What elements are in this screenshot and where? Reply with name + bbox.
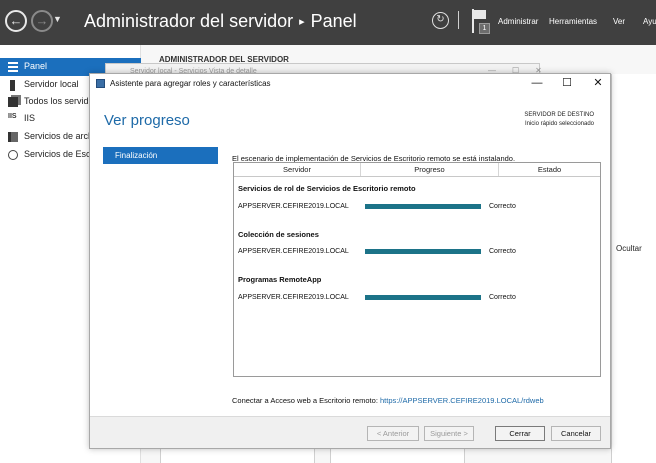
row-status: Correcto <box>489 203 516 210</box>
previous-button[interactable]: < Anterior <box>367 426 419 441</box>
column-header-servidor[interactable]: Servidor <box>234 163 361 176</box>
breadcrumb-section: Panel <box>310 11 357 31</box>
history-dropdown-icon[interactable]: ▼ <box>53 14 62 24</box>
rdweb-link-row: Conectar a Acceso web a Escritorio remot… <box>232 396 544 405</box>
close-button[interactable]: Cerrar <box>495 426 545 441</box>
screen: ← → ▼ Administrador del servidor ▸ Panel ↻… <box>0 0 656 463</box>
dashboard-right-panel <box>611 74 656 463</box>
rdweb-link[interactable]: https://APPSERVER.CEFIRE2019.LOCAL/rdweb <box>380 396 544 405</box>
sidebar-item-label: Servicios de arch <box>24 131 94 141</box>
maximize-icon[interactable]: ☐ <box>557 76 577 90</box>
next-button[interactable]: Siguiente > <box>424 426 474 441</box>
notification-count-badge: 1 <box>479 23 490 34</box>
row-status: Correcto <box>489 294 516 301</box>
destination-server-value: Inicio rápido seleccionado <box>524 121 594 127</box>
column-header-progreso[interactable]: Progreso <box>361 163 499 176</box>
sidebar-item-label: Panel <box>24 61 48 71</box>
group-title: Servicios de rol de Servicios de Escrito… <box>238 184 416 193</box>
hide-link[interactable]: Ocultar <box>616 244 642 253</box>
menu-ayuda[interactable]: Ayu <box>643 17 656 26</box>
table-header: Servidor Progreso Estado <box>234 163 600 177</box>
sidebar-item-label: Todos los servid <box>24 96 89 106</box>
rdweb-link-label: Conectar a Acceso web a Escritorio remot… <box>232 396 380 405</box>
progress-bar <box>365 249 481 254</box>
server-manager-app-icon <box>96 79 105 88</box>
group-title: Colección de sesiones <box>238 230 319 239</box>
refresh-icon[interactable]: ↻ <box>432 12 449 29</box>
menu-administrar[interactable]: Administrar <box>498 17 538 26</box>
destination-server-label: SERVIDOR DE DESTINO <box>524 112 594 118</box>
app-title: Administrador del servidor <box>84 11 294 31</box>
page-title: Ver progreso <box>104 112 190 129</box>
row-server: APPSERVER.CEFIRE2019.LOCAL <box>238 203 349 210</box>
row-status: Correcto <box>489 248 516 255</box>
minimize-icon[interactable]: — <box>527 76 547 90</box>
progress-bar <box>365 204 481 209</box>
breadcrumb: Administrador del servidor ▸ Panel <box>84 11 357 32</box>
remote-desktop-icon <box>8 150 18 160</box>
file-services-icon <box>8 132 18 142</box>
all-servers-icon <box>8 97 18 107</box>
toolbar-divider <box>458 11 459 29</box>
server-manager-titlebar: ← → ▼ Administrador del servidor ▸ Panel ↻… <box>0 0 656 45</box>
sidebar-item-label: IIS <box>24 113 36 123</box>
breadcrumb-separator-icon: ▸ <box>299 16 305 28</box>
sidebar-item-label: Servidor local <box>24 79 79 89</box>
menu-herramientas[interactable]: Herramientas <box>549 17 597 26</box>
sidebar-item-label: Servicios de Esc <box>24 149 91 159</box>
iis-icon: IIS <box>8 113 17 120</box>
close-icon[interactable]: ✕ <box>588 76 608 90</box>
group-title: Programas RemoteApp <box>238 275 322 284</box>
wizard-footer: < Anterior Siguiente > Cerrar Cancelar <box>90 416 610 448</box>
notifications-flag-icon[interactable]: 1 <box>472 9 492 35</box>
wizard-title: Asistente para agregar roles y caracterí… <box>110 79 271 88</box>
server-icon <box>10 80 15 91</box>
dashboard-icon <box>8 62 18 72</box>
column-header-estado[interactable]: Estado <box>499 163 600 176</box>
cancel-button[interactable]: Cancelar <box>551 426 601 441</box>
row-server: APPSERVER.CEFIRE2019.LOCAL <box>238 248 349 255</box>
wizard-step-finalizacion[interactable]: Finalización <box>103 147 218 164</box>
forward-arrow-icon[interactable]: → <box>31 10 53 32</box>
progress-bar <box>365 295 481 300</box>
menu-ver[interactable]: Ver <box>613 17 625 26</box>
back-arrow-icon[interactable]: ← <box>5 10 27 32</box>
add-roles-wizard-dialog: Asistente para agregar roles y caracterí… <box>89 73 611 449</box>
wizard-titlebar: Asistente para agregar roles y caracterí… <box>90 74 610 94</box>
row-server: APPSERVER.CEFIRE2019.LOCAL <box>238 294 349 301</box>
progress-table: Servidor Progreso Estado Servicios de ro… <box>233 162 601 377</box>
